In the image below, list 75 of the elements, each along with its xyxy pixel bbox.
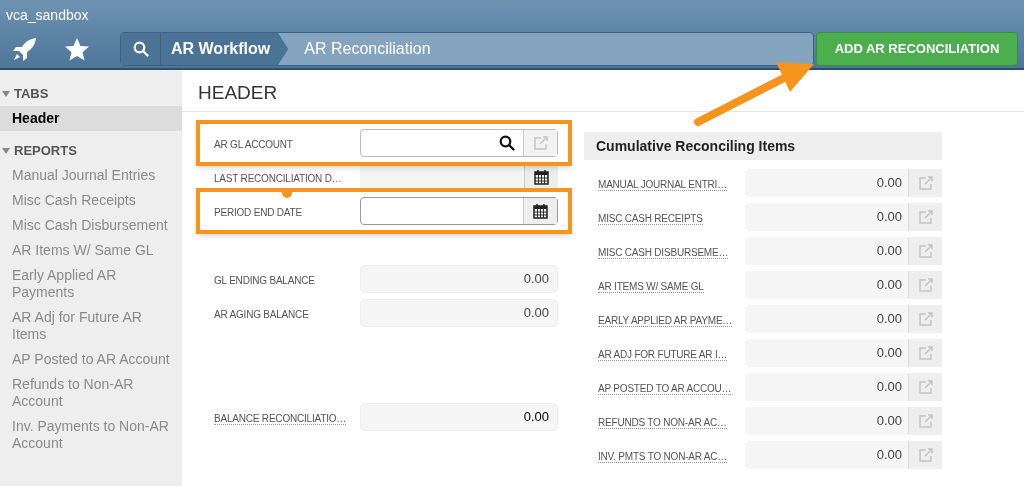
item-label[interactable]: MISC CASH DISBURSEME… [598,247,729,259]
add-reconciliation-button[interactable]: ADD AR RECONCILIATION [816,32,1018,66]
amount-value: 0.00 [875,310,903,329]
sidebar-item[interactable]: Header [0,106,182,131]
open-link-button[interactable] [908,441,942,469]
item-label[interactable]: INV. PMTS TO NON-AR AC… [598,451,728,463]
sidebar-item[interactable]: Manual Journal Entries [0,163,182,188]
section-heading: TABS [14,85,49,104]
external-link-icon [917,448,934,462]
section-title: HEADER [198,80,278,105]
field-label: PERIOD END DATE [214,207,302,218]
open-link-button[interactable] [908,203,942,231]
external-link-icon [917,244,934,258]
item-label[interactable]: AR ITEMS W/ SAME GL [598,281,704,293]
account-lookup-field[interactable] [360,129,558,157]
amount-field: 0.00 [360,299,558,327]
item-label[interactable]: AR ADJ FOR FUTURE AR I… [598,349,728,361]
item-label[interactable]: MANUAL JOURNAL ENTRI… [598,179,727,191]
field-label: BALANCE RECONCILIATIO… [214,413,347,425]
open-link-button[interactable] [908,271,942,299]
open-link-button[interactable] [908,339,942,367]
amount-value: 0.00 [875,378,903,397]
amount-value: 0.00 [875,208,903,227]
rocket-icon[interactable] [12,37,38,61]
item-label[interactable]: AP POSTED TO AR ACCOU… [598,383,732,395]
breadcrumb[interactable]: AR Reconciliation [288,33,447,65]
external-link-icon [917,380,934,394]
sidebar-item[interactable]: Misc Cash Disbursement [0,213,182,238]
sidebar-item[interactable]: Misc Cash Receipts [0,188,182,213]
external-link-icon [917,414,934,428]
search-icon [499,135,515,151]
open-link-button[interactable] [908,305,942,333]
date-field[interactable] [360,197,558,225]
open-link-button[interactable] [908,373,942,401]
sidebar-item[interactable]: AR Adj for Future AR Items [0,305,182,347]
external-link-icon [917,312,934,326]
open-link-button[interactable] [908,169,942,197]
amount-value: 0.00 [875,174,903,193]
field-label: LAST RECONCILIATION D… [214,173,342,184]
sidebar-item[interactable]: Inv. Payments to Non-AR Account [0,414,182,456]
sidebar-item[interactable]: AP Posted to AR Account [0,347,182,372]
external-link-icon [917,346,934,360]
sidebar-item[interactable]: AR Items W/ Same GL [0,238,182,263]
breadcrumb[interactable]: AR Workflow [161,33,289,65]
amount-value: 0.00 [875,276,903,295]
search-button[interactable] [121,33,161,65]
open-link-button[interactable] [908,407,942,435]
field-label: AR AGING BALANCE [214,309,309,320]
external-link-icon [532,136,549,150]
section-heading: REPORTS [14,142,77,161]
amount-value: 0.00 [875,242,903,261]
field-label: GL ENDING BALANCE [214,275,315,286]
item-label[interactable]: REFUNDS TO NON-AR AC… [598,417,727,429]
field-label: AR GL ACCOUNT [214,139,293,150]
search-icon [132,41,149,57]
caret-icon[interactable] [2,148,10,154]
external-link-icon [917,176,934,190]
amount-value: 0.00 [875,412,903,431]
sidebar-item[interactable]: Refunds to Non-AR Account [0,372,182,414]
panel-title: Cumulative Reconciling Items [596,136,796,156]
amount-value: 0.00 [875,344,903,363]
calendar-icon [534,169,549,185]
external-link-icon [917,210,934,224]
caret-icon[interactable] [2,91,10,97]
item-label[interactable]: MISC CASH RECEIPTS [598,213,703,225]
calendar-icon [533,203,548,219]
amount-field: 0.00 [360,403,558,431]
item-label[interactable]: EARLY APPLIED AR PAYME… [598,315,733,327]
star-icon[interactable] [64,36,90,62]
external-link-icon [917,278,934,292]
sidebar-item[interactable]: Early Applied AR Payments [0,263,182,305]
window-title: vca_sandbox [6,5,89,25]
open-link-button[interactable] [908,237,942,265]
amount-field: 0.00 [360,265,558,293]
amount-value: 0.00 [875,446,903,465]
